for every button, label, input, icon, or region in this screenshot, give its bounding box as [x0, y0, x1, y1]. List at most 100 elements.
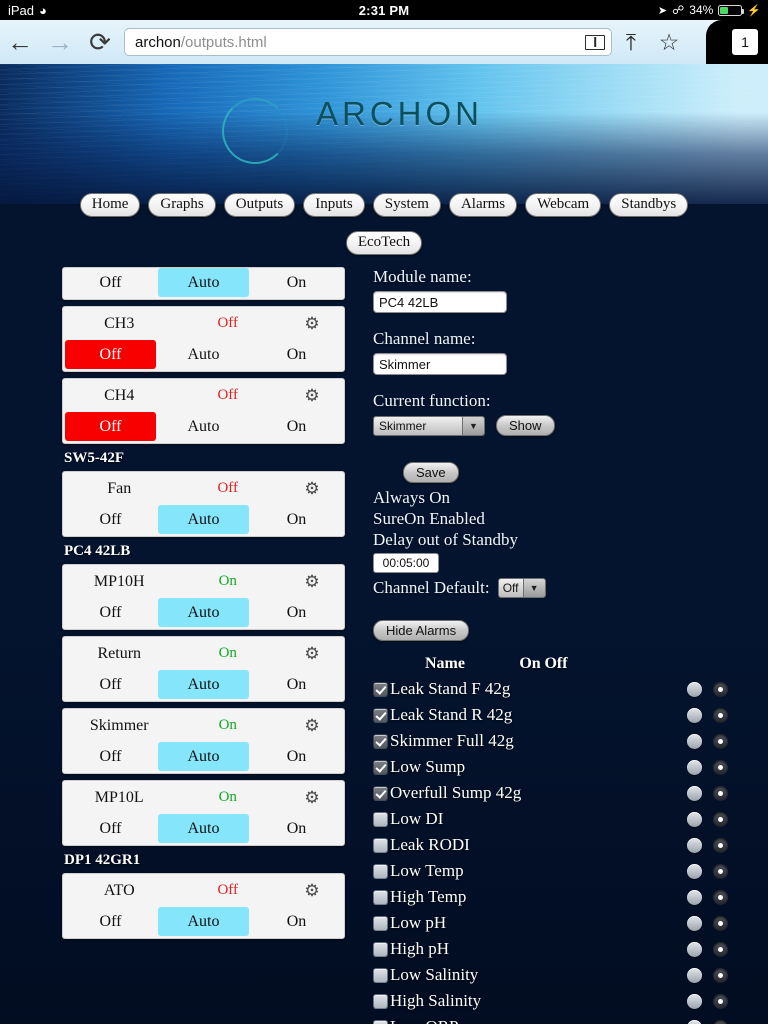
nav-item-outputs[interactable]: Outputs [223, 193, 296, 217]
alarm-enable-checkbox[interactable] [373, 941, 388, 957]
bookmark-star-icon[interactable]: ☆ [650, 30, 688, 54]
alarm-on-radio[interactable] [686, 759, 702, 775]
alarm-on-radio[interactable] [686, 681, 702, 697]
alarm-off-radio[interactable] [712, 837, 728, 853]
channel-mode-off-button[interactable]: Off [65, 412, 156, 441]
alarm-on-radio[interactable] [686, 785, 702, 801]
channel-default-select[interactable]: Off ▼ [497, 578, 546, 598]
delay-out-of-standby-input[interactable]: 00:05:00 [373, 553, 439, 573]
alarm-enable-checkbox[interactable] [373, 707, 388, 723]
save-button[interactable]: Save [403, 462, 459, 483]
channel-mode-off-button[interactable]: Off [65, 268, 156, 297]
channel-mode-off-button[interactable]: Off [65, 340, 156, 369]
show-button[interactable]: Show [496, 415, 555, 436]
channel-mode-auto-button[interactable]: Auto [158, 505, 249, 534]
alarm-off-radio[interactable] [712, 915, 728, 931]
alarm-enable-checkbox[interactable] [373, 681, 388, 697]
channel-mode-auto-button[interactable]: Auto [158, 742, 249, 771]
nav-item-standbys[interactable]: Standbys [609, 193, 689, 217]
channel-mode-on-button[interactable]: On [251, 670, 342, 699]
alarm-on-radio[interactable] [686, 863, 702, 879]
module-name-input[interactable]: PC4 42LB [373, 291, 507, 313]
alarm-on-radio[interactable] [686, 915, 702, 931]
nav-item-system[interactable]: System [372, 193, 441, 217]
alarm-on-radio[interactable] [686, 967, 702, 983]
alarm-on-radio[interactable] [686, 837, 702, 853]
alarm-enable-checkbox[interactable] [373, 915, 388, 931]
alarm-enable-checkbox[interactable] [373, 785, 388, 801]
reader-view-icon[interactable] [585, 34, 605, 50]
channel-mode-off-button[interactable]: Off [65, 505, 156, 534]
alarm-enable-checkbox[interactable] [373, 967, 388, 983]
alarm-enable-checkbox[interactable] [373, 759, 388, 775]
alarm-off-radio[interactable] [712, 967, 728, 983]
alarm-enable-checkbox[interactable] [373, 889, 388, 905]
alarm-on-radio[interactable] [686, 941, 702, 957]
nav-item-ecotech[interactable]: EcoTech [345, 231, 423, 255]
channel-mode-on-button[interactable]: On [251, 814, 342, 843]
alarm-off-radio[interactable] [712, 889, 728, 905]
address-bar[interactable]: archon/outputs.html [124, 28, 612, 56]
alarm-enable-checkbox[interactable] [373, 811, 388, 827]
channel-mode-auto-button[interactable]: Auto [158, 670, 249, 699]
alarm-off-radio[interactable] [712, 707, 728, 723]
nav-item-alarms[interactable]: Alarms [448, 193, 518, 217]
alarm-on-radio[interactable] [686, 733, 702, 749]
nav-item-graphs[interactable]: Graphs [148, 193, 216, 217]
channel-name-input[interactable]: Skimmer [373, 353, 507, 375]
alarm-off-radio[interactable] [712, 785, 728, 801]
forward-arrow-icon[interactable]: → [40, 29, 80, 55]
alarm-on-radio[interactable] [686, 811, 702, 827]
alarm-enable-checkbox[interactable] [373, 837, 388, 853]
alarm-off-radio[interactable] [712, 993, 728, 1009]
channel-mode-on-button[interactable]: On [251, 340, 342, 369]
channel-mode-auto-button[interactable]: Auto [158, 412, 249, 441]
channel-mode-off-button[interactable]: Off [65, 814, 156, 843]
alarm-off-radio[interactable] [712, 759, 728, 775]
channel-mode-on-button[interactable]: On [251, 598, 342, 627]
channel-mode-on-button[interactable]: On [251, 907, 342, 936]
channel-mode-off-button[interactable]: Off [65, 598, 156, 627]
channel-mode-on-button[interactable]: On [251, 505, 342, 534]
back-arrow-icon[interactable]: ← [0, 29, 40, 55]
channel-mode-on-button[interactable]: On [251, 268, 342, 297]
gear-icon[interactable]: ⚙ [282, 717, 342, 734]
nav-item-home[interactable]: Home [79, 193, 141, 217]
channel-mode-off-button[interactable]: Off [65, 670, 156, 699]
reload-icon[interactable]: ⟳ [80, 29, 120, 55]
channel-mode-on-button[interactable]: On [251, 742, 342, 771]
alarm-on-radio[interactable] [686, 1019, 702, 1024]
alarm-enable-checkbox[interactable] [373, 993, 388, 1009]
share-icon[interactable]: ⤒ [612, 30, 650, 54]
gear-icon[interactable]: ⚙ [282, 315, 342, 332]
gear-icon[interactable]: ⚙ [282, 789, 342, 806]
alarm-on-radio[interactable] [686, 993, 702, 1009]
gear-icon[interactable]: ⚙ [282, 387, 342, 404]
gear-icon[interactable]: ⚙ [282, 645, 342, 662]
channel-mode-off-button[interactable]: Off [65, 907, 156, 936]
nav-item-inputs[interactable]: Inputs [303, 193, 365, 217]
channel-mode-on-button[interactable]: On [251, 412, 342, 441]
alarm-on-radio[interactable] [686, 707, 702, 723]
gear-icon[interactable]: ⚙ [282, 882, 342, 899]
gear-icon[interactable]: ⚙ [282, 573, 342, 590]
nav-item-webcam[interactable]: Webcam [525, 193, 602, 217]
alarm-enable-checkbox[interactable] [373, 1019, 388, 1024]
alarm-off-radio[interactable] [712, 681, 728, 697]
alarm-on-radio[interactable] [686, 889, 702, 905]
channel-mode-auto-button[interactable]: Auto [158, 598, 249, 627]
gear-icon[interactable]: ⚙ [282, 480, 342, 497]
channel-mode-auto-button[interactable]: Auto [158, 907, 249, 936]
current-function-select[interactable]: Skimmer ▼ [373, 415, 485, 436]
channel-mode-auto-button[interactable]: Auto [158, 340, 249, 369]
hide-alarms-button[interactable]: Hide Alarms [373, 620, 470, 641]
tab-count-button[interactable]: 1 [732, 29, 758, 55]
channel-mode-off-button[interactable]: Off [65, 742, 156, 771]
alarm-off-radio[interactable] [712, 863, 728, 879]
alarm-enable-checkbox[interactable] [373, 733, 388, 749]
alarm-enable-checkbox[interactable] [373, 863, 388, 879]
alarm-off-radio[interactable] [712, 733, 728, 749]
channel-mode-auto-button[interactable]: Auto [158, 814, 249, 843]
alarm-off-radio[interactable] [712, 811, 728, 827]
alarm-off-radio[interactable] [712, 1019, 728, 1024]
